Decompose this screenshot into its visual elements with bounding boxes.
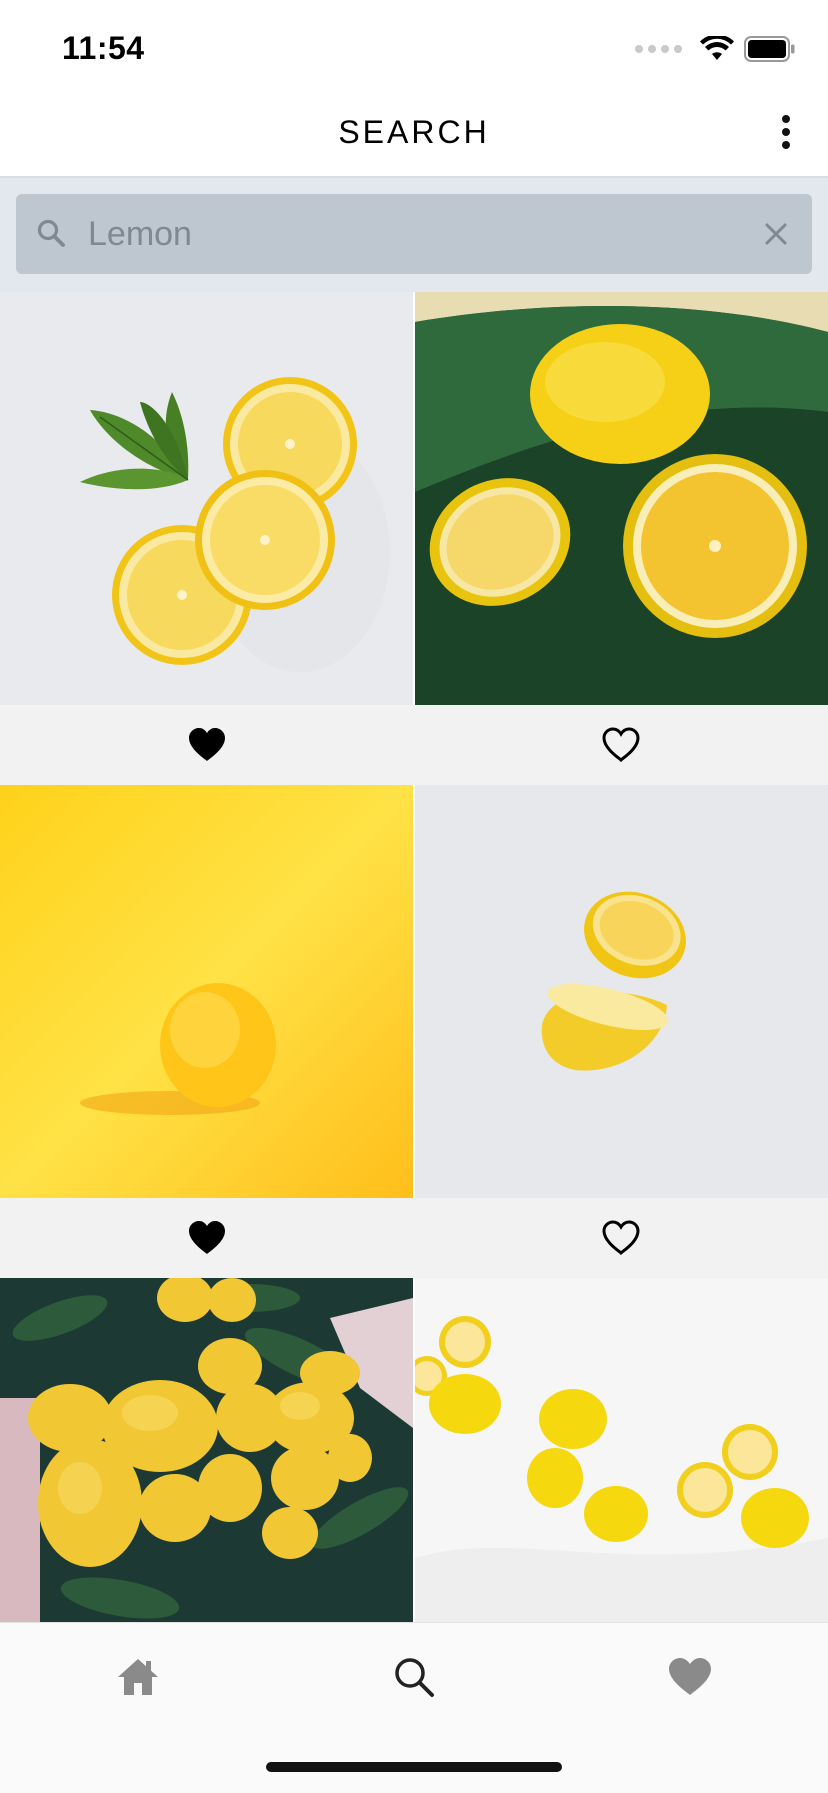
more-vertical-icon: [782, 115, 790, 123]
cellular-signal-icon: [635, 45, 682, 53]
result-image-floating-lemon[interactable]: [415, 785, 828, 1198]
close-icon[interactable]: [758, 216, 794, 252]
like-row: [0, 1198, 828, 1278]
status-time: 11:54: [62, 30, 145, 66]
lemons-on-white-cloth-photo: [415, 1278, 828, 1622]
wifi-icon: [700, 36, 734, 60]
search-icon: [37, 219, 65, 247]
search-box[interactable]: Lemon: [16, 194, 812, 274]
result-image-lemon-tree[interactable]: [0, 1278, 413, 1622]
single-lemon-on-yellow-photo: [0, 785, 413, 1198]
search-area: Lemon: [0, 178, 828, 292]
home-indicator: [266, 1762, 562, 1772]
lemon-tree-photo: [0, 1278, 413, 1622]
heart-filled-icon[interactable]: [185, 723, 229, 767]
heart-outline-icon[interactable]: [599, 1216, 643, 1260]
battery-icon: [744, 36, 795, 62]
heart-icon[interactable]: [666, 1653, 714, 1701]
search-input[interactable]: Lemon: [88, 194, 728, 274]
more-options-button[interactable]: [764, 110, 808, 154]
cut-lemons-on-green-leaf-photo: [415, 292, 828, 705]
lemon-slices-with-leaves-photo: [0, 292, 413, 705]
result-image-lemon-slices[interactable]: [0, 292, 413, 705]
result-image-lemons-white[interactable]: [415, 1278, 828, 1622]
like-row: [0, 705, 828, 785]
result-image-single-lemon[interactable]: [0, 785, 413, 1198]
floating-lemon-halves-photo: [415, 785, 828, 1198]
search-icon[interactable]: [390, 1653, 438, 1701]
status-icons: [635, 34, 796, 64]
page-title: SEARCH: [338, 114, 490, 150]
result-image-cut-lemons[interactable]: [415, 292, 828, 705]
heart-filled-icon[interactable]: [185, 1216, 229, 1260]
heart-outline-icon[interactable]: [599, 723, 643, 767]
nav-bar: SEARCH: [0, 96, 828, 178]
results-grid: [0, 292, 828, 1622]
status-bar: 11:54: [0, 0, 828, 96]
home-icon[interactable]: [114, 1653, 162, 1701]
